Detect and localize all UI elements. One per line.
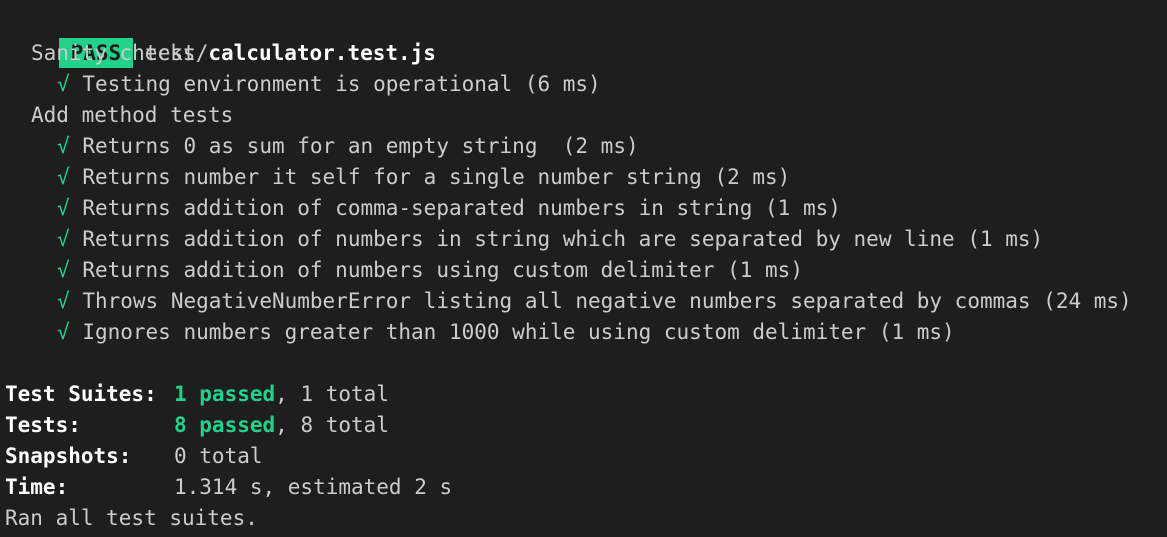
check-icon: √ bbox=[57, 72, 70, 96]
suite-title: Add method tests bbox=[31, 103, 234, 127]
summary-tests-total: , 8 total bbox=[275, 413, 389, 437]
test-name: Ignores numbers greater than 1000 while … bbox=[82, 320, 955, 344]
test-result: √ Returns 0 as sum for an empty string (… bbox=[5, 131, 1167, 162]
check-icon: √ bbox=[57, 289, 70, 313]
summary-suites-label: Test Suites: bbox=[5, 382, 157, 406]
test-name: Testing environment is operational (6 ms… bbox=[82, 72, 601, 96]
test-result: √ Throws NegativeNumberError listing all… bbox=[5, 286, 1167, 317]
test-name: Returns number it self for a single numb… bbox=[82, 165, 791, 189]
suite-title: Sanity checks bbox=[31, 41, 196, 65]
check-icon: √ bbox=[57, 227, 70, 251]
test-result: √ Returns number it self for a single nu… bbox=[5, 162, 1167, 193]
test-result: √ Testing environment is operational (6 … bbox=[5, 69, 1167, 100]
summary-snapshots-value: 0 total bbox=[174, 444, 263, 468]
summary-tests-label: Tests: bbox=[5, 413, 81, 437]
check-icon: √ bbox=[57, 258, 70, 282]
test-result: √ Ignores numbers greater than 1000 whil… bbox=[5, 317, 1167, 348]
test-file-header: PASS test/calculator.test.js bbox=[5, 7, 1167, 68]
test-name: Returns addition of numbers using custom… bbox=[82, 258, 803, 282]
test-name: Returns 0 as sum for an empty string (2 … bbox=[82, 134, 639, 158]
test-result: √ Returns addition of numbers using cust… bbox=[5, 255, 1167, 286]
summary-time-value: 1.314 s, estimated 2 s bbox=[174, 475, 453, 499]
summary-footer: Ran all test suites. bbox=[5, 506, 258, 530]
test-file-name: calculator.test.js bbox=[208, 41, 436, 65]
summary-tests-passed: 8 passed bbox=[174, 413, 276, 437]
summary-snapshots-label: Snapshots: bbox=[5, 444, 132, 468]
check-icon: √ bbox=[57, 320, 70, 344]
check-icon: √ bbox=[57, 165, 70, 189]
terminal-output: PASS test/calculator.test.js Sanity check… bbox=[0, 7, 1167, 537]
check-icon: √ bbox=[57, 134, 70, 158]
summary-suites-total: , 1 total bbox=[275, 382, 389, 406]
summary-tests: Tests: 8 passed, 8 total bbox=[5, 410, 1167, 441]
test-result: √ Returns addition of numbers in string … bbox=[5, 224, 1167, 255]
test-name: Returns addition of comma-separated numb… bbox=[82, 196, 841, 220]
summary-suites-passed: 1 passed bbox=[174, 382, 276, 406]
summary-snapshots: Snapshots: 0 total bbox=[5, 441, 1167, 472]
summary-time: Time: 1.314 s, estimated 2 s bbox=[5, 472, 1167, 503]
test-result: √ Returns addition of comma-separated nu… bbox=[5, 193, 1167, 224]
test-name: Returns addition of numbers in string wh… bbox=[82, 227, 1044, 251]
summary-suites: Test Suites: 1 passed, 1 total bbox=[5, 379, 1167, 410]
summary-time-label: Time: bbox=[5, 475, 69, 499]
check-icon: √ bbox=[57, 196, 70, 220]
test-name: Throws NegativeNumberError listing all n… bbox=[82, 289, 1132, 313]
